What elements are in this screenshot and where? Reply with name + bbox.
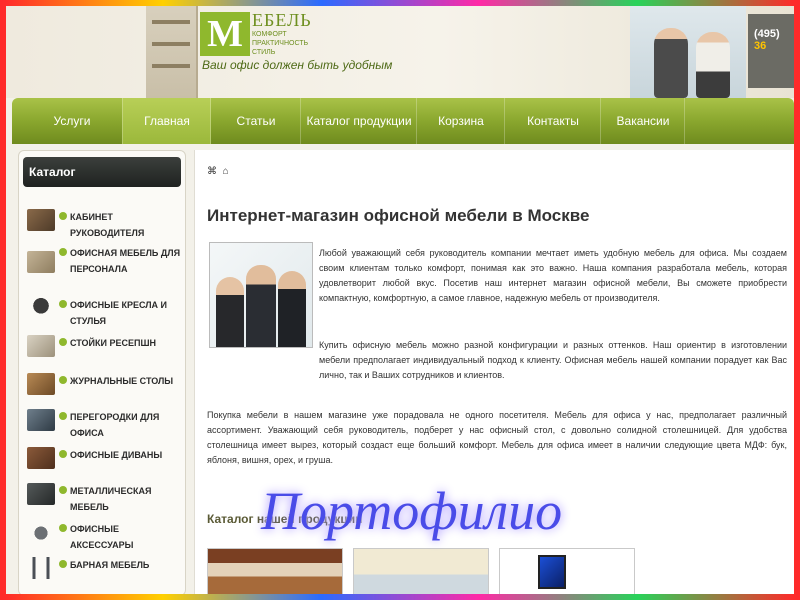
logo-tagline: КОМФОРТ ПРАКТИЧНОСТЬ СТИЛЬ (252, 31, 309, 56)
bar-stool-thumbnail (27, 557, 55, 579)
product-thumbnail-office[interactable] (353, 548, 489, 594)
workstation-thumbnail (27, 251, 55, 273)
sidebar-item-bar-furniture[interactable]: БАРНАЯ МЕБЕЛЬ (19, 557, 185, 579)
paragraph-buy: Купить офисную мебель можно разной конфи… (319, 340, 787, 380)
product-thumbnail-interior[interactable] (207, 548, 343, 594)
sidebar-item-staff-furniture[interactable]: ОФИСНАЯ МЕБЕЛЬ ДЛЯ ПЕРСОНАЛА (19, 245, 185, 277)
plus-bullet-icon (59, 300, 67, 308)
person-woman-image (696, 32, 730, 98)
phone-code: (495) (754, 28, 780, 40)
sidebar-item-label: ОФИСНАЯ МЕБЕЛЬ ДЛЯ ПЕРСОНАЛА (70, 248, 181, 274)
site-logo[interactable]: M (200, 12, 250, 56)
sidebar-item-coffee-tables[interactable]: ЖУРНАЛЬНЫЕ СТОЛЫ (19, 373, 185, 395)
sidebar-item-label: ЖУРНАЛЬНЫЕ СТОЛЫ (70, 376, 174, 386)
sidebar-item-label: ПЕРЕГОРОДКИ ДЛЯ ОФИСА (70, 412, 160, 438)
paragraph-purchase: Покупка мебели в нашем магазине уже пора… (207, 410, 787, 465)
intro-paragraph: Любой уважающий себя руководитель компан… (319, 248, 787, 303)
monitor-icon (538, 555, 566, 589)
plus-bullet-icon (59, 524, 67, 532)
header-slogan: Ваш офис должен быть удобным (202, 58, 393, 72)
nav-item-cart[interactable]: Корзина (416, 98, 505, 144)
phone-number[interactable]: (495) 36 (754, 28, 794, 52)
nav-item-empty (684, 98, 785, 144)
man-figure (278, 271, 306, 347)
desk-thumbnail (27, 209, 55, 231)
sidebar-item-label: ОФИСНЫЕ КРЕСЛА И СТУЛЬЯ (70, 300, 168, 326)
table-thumbnail (27, 373, 55, 395)
sidebar-item-sofas[interactable]: ОФИСНЫЕ ДИВАНЫ (19, 447, 185, 469)
header-shelf-image (146, 6, 198, 98)
man-figure (246, 265, 276, 347)
nav-item-contacts[interactable]: Контакты (504, 98, 601, 144)
catalog-sidebar: Каталог КАБИНЕТ РУКОВОДИТЕЛЯ ОФИСНАЯ МЕБ… (18, 150, 186, 594)
plus-bullet-icon (59, 338, 67, 346)
woman-figure (216, 277, 244, 347)
sidebar-item-label: ОФИСНЫЕ ДИВАНЫ (70, 450, 163, 460)
sidebar-item-label: ОФИСНЫЕ АКСЕССУАРЫ (70, 524, 134, 550)
nav-item-home[interactable]: Главная (122, 98, 211, 144)
logo-letter: M (207, 13, 243, 55)
breadcrumb: ⌘ ⌂ (207, 166, 229, 177)
chair-thumbnail (27, 297, 55, 319)
sofa-thumbnail (27, 447, 55, 469)
home-icon[interactable]: ⌂ (223, 166, 229, 177)
plus-bullet-icon (59, 376, 67, 384)
plus-bullet-icon (59, 248, 67, 256)
accessory-thumbnail (27, 521, 55, 543)
page: M ЕБЕЛЬ КОМФОРТ ПРАКТИЧНОСТЬ СТИЛЬ Ваш о… (6, 6, 794, 594)
plus-bullet-icon (59, 212, 67, 220)
nav-item-articles[interactable]: Статьи (210, 98, 301, 144)
phone-digits: 36 (754, 40, 767, 52)
plus-bullet-icon (59, 560, 67, 568)
sidebar-item-reception[interactable]: СТОЙКИ РЕСЕПШН (19, 335, 185, 357)
sidebar-item-chairs[interactable]: ОФИСНЫЕ КРЕСЛА И СТУЛЬЯ (19, 297, 185, 329)
reception-thumbnail (27, 335, 55, 357)
watermark-text: Портофилио (261, 481, 563, 541)
plus-bullet-icon (59, 450, 67, 458)
nav-item-vacancies[interactable]: Вакансии (600, 98, 685, 144)
nav-item-services[interactable]: Услуги (22, 98, 122, 144)
plus-bullet-icon (59, 412, 67, 420)
sidebar-item-label: КАБИНЕТ РУКОВОДИТЕЛЯ (70, 212, 145, 238)
phone-block: (495) 36 (748, 14, 794, 88)
sidebar-item-partitions[interactable]: ПЕРЕГОРОДКИ ДЛЯ ОФИСА (19, 409, 185, 441)
safe-thumbnail (27, 483, 55, 505)
site-header: M ЕБЕЛЬ КОМФОРТ ПРАКТИЧНОСТЬ СТИЛЬ Ваш о… (6, 6, 794, 98)
partition-thumbnail (27, 409, 55, 431)
person-man-image (654, 28, 688, 98)
sidebar-item-label: МЕТАЛЛИЧЕСКАЯ МЕБЕЛЬ (70, 486, 152, 512)
sidebar-item-metal-furniture[interactable]: МЕТАЛЛИЧЕСКАЯ МЕБЕЛЬ (19, 483, 185, 515)
product-thumbnail-monitor[interactable] (499, 548, 635, 594)
sidebar-title: Каталог (23, 157, 181, 187)
sitemap-icon[interactable]: ⌘ (207, 166, 217, 177)
team-photo (209, 242, 313, 348)
sidebar-item-accessories[interactable]: ОФИСНЫЕ АКСЕССУАРЫ (19, 521, 185, 553)
nav-item-catalog[interactable]: Каталог продукции (300, 98, 417, 144)
plus-bullet-icon (59, 486, 67, 494)
logo-word: ЕБЕЛЬ (252, 10, 312, 30)
page-title: Интернет-магазин офисной мебели в Москве (207, 206, 590, 225)
sidebar-item-label: СТОЙКИ РЕСЕПШН (70, 338, 157, 348)
sidebar-item-label: БАРНАЯ МЕБЕЛЬ (70, 560, 150, 570)
sidebar-item-executive-office[interactable]: КАБИНЕТ РУКОВОДИТЕЛЯ (19, 209, 185, 241)
main-content: ⌘ ⌂ Интернет-магазин офисной мебели в Мо… (194, 150, 794, 594)
main-nav: Услуги Главная Статьи Каталог продукции … (12, 98, 794, 144)
